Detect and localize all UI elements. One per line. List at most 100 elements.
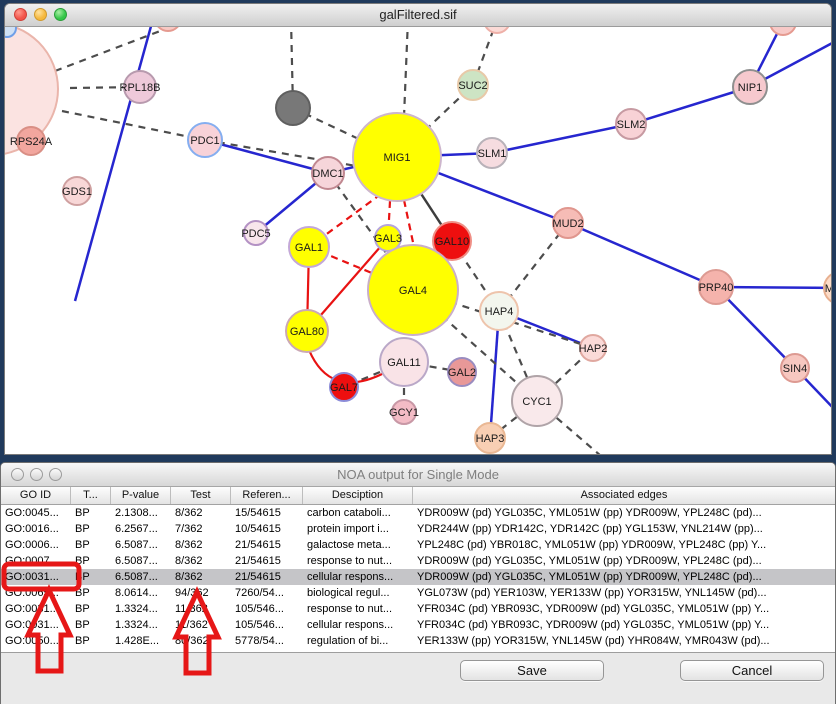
cell-description: cellular respons... bbox=[303, 617, 413, 633]
cell-reference: 105/546... bbox=[231, 617, 303, 633]
node-label: GCY1 bbox=[389, 407, 419, 419]
node-label: HAP4 bbox=[485, 306, 514, 318]
cell-description: response to nut... bbox=[303, 601, 413, 617]
zoom-button-inactive[interactable] bbox=[49, 468, 62, 481]
network-view[interactable]: RPL18BRPS24AGDS1PDC1DMC1SUC2SLM1SLM2NIP1… bbox=[5, 27, 831, 455]
cell-reference: 21/54615 bbox=[231, 537, 303, 553]
save-button[interactable]: Save bbox=[460, 660, 604, 681]
cell-p_value: 6.5087... bbox=[111, 569, 171, 585]
close-button[interactable] bbox=[14, 8, 27, 21]
cell-description: carbon cataboli... bbox=[303, 505, 413, 521]
zoom-button[interactable] bbox=[54, 8, 67, 21]
cell-go_id: GO:0006... bbox=[1, 537, 71, 553]
top-pink-node-2-node[interactable] bbox=[484, 27, 510, 33]
cell-test: 11/362 bbox=[171, 601, 231, 617]
cell-type: BP bbox=[71, 633, 111, 649]
cell-associated: YFR034C (pd) YBR093C, YDR009W (pd) YGL03… bbox=[413, 601, 835, 617]
cell-associated: YDR009W (pd) YGL035C, YML051W (pp) YDR00… bbox=[413, 553, 835, 569]
table-row[interactable]: GO:0031...BP1.3324...11/362105/546...cel… bbox=[1, 617, 835, 633]
network-edge[interactable] bbox=[62, 111, 205, 140]
cell-type: BP bbox=[71, 505, 111, 521]
top-pink-node-1-node[interactable] bbox=[155, 27, 181, 31]
network-edge[interactable] bbox=[568, 223, 716, 287]
table-row[interactable]: GO:0031...BP1.3324...11/362105/546...res… bbox=[1, 601, 835, 617]
cell-test: 8/362 bbox=[171, 537, 231, 553]
column-header-description[interactable]: Desciption bbox=[303, 487, 413, 504]
cell-go_id: GO:0031... bbox=[1, 601, 71, 617]
node-label: SIN4 bbox=[783, 363, 807, 375]
cell-type: BP bbox=[71, 601, 111, 617]
node-label: CYC1 bbox=[522, 396, 551, 408]
network-edge[interactable] bbox=[205, 140, 328, 173]
table-row[interactable]: GO:0016...BP6.2567...7/36210/54615protei… bbox=[1, 521, 835, 537]
network-window: galFiltered.sif RPL18BRPS24AGDS1PDC1DMC1… bbox=[4, 3, 832, 455]
node-label: RPS24A bbox=[10, 136, 53, 148]
minimize-button[interactable] bbox=[34, 8, 47, 21]
table-row[interactable]: GO:0031...BP6.5087...8/36221/54615cellul… bbox=[1, 569, 835, 585]
column-header-reference[interactable]: Referen... bbox=[231, 487, 303, 504]
node-label: GAL2 bbox=[448, 367, 476, 379]
top-right-pink-node-node[interactable] bbox=[770, 27, 796, 35]
cell-reference: 21/54615 bbox=[231, 553, 303, 569]
node-label: RPL18B bbox=[120, 82, 161, 94]
cell-reference: 105/546... bbox=[231, 601, 303, 617]
close-button-inactive[interactable] bbox=[11, 468, 24, 481]
table-row[interactable]: GO:0006...BP6.5087...8/36221/54615galact… bbox=[1, 537, 835, 553]
column-header-p_value[interactable]: P-value bbox=[111, 487, 171, 504]
cell-description: cellular respons... bbox=[303, 569, 413, 585]
network-edge[interactable] bbox=[492, 124, 631, 153]
column-header-associated[interactable]: Associated edges bbox=[413, 487, 835, 504]
table-row[interactable]: GO:0045...BP2.1308...8/36215/54615carbon… bbox=[1, 505, 835, 521]
cell-go_id: GO:0007... bbox=[1, 553, 71, 569]
node-label: HAP2 bbox=[579, 343, 608, 355]
network-edge[interactable] bbox=[55, 27, 197, 71]
table-row[interactable]: GO:0050...BP1.428E...80/3625778/54...reg… bbox=[1, 633, 835, 649]
cancel-button[interactable]: Cancel bbox=[680, 660, 824, 681]
cell-test: 8/362 bbox=[171, 553, 231, 569]
node-label: SLM2 bbox=[617, 119, 646, 131]
network-window-titlebar[interactable]: galFiltered.sif bbox=[5, 4, 831, 27]
node-label: GAL4 bbox=[399, 285, 427, 297]
cell-type: BP bbox=[71, 553, 111, 569]
cell-reference: 10/54615 bbox=[231, 521, 303, 537]
cell-description: biological regul... bbox=[303, 585, 413, 601]
network-edge[interactable] bbox=[404, 200, 414, 247]
node-label: NIP1 bbox=[738, 82, 762, 94]
network-edge[interactable] bbox=[75, 27, 153, 301]
node-label: GDS1 bbox=[62, 186, 92, 198]
column-header-test[interactable]: Test bbox=[171, 487, 231, 504]
window-controls-inactive bbox=[11, 468, 62, 481]
table-row[interactable]: GO:0007...BP6.5087...8/36221/54615respon… bbox=[1, 553, 835, 569]
cell-associated: YFR034C (pd) YBR093C, YDR009W (pd) YGL03… bbox=[413, 617, 835, 633]
node-label: MSN1 bbox=[825, 283, 831, 295]
node-label: MUD2 bbox=[552, 218, 583, 230]
cell-reference: 7260/54... bbox=[231, 585, 303, 601]
cell-p_value: 1.3324... bbox=[111, 617, 171, 633]
cell-associated: YGL073W (pd) YER103W, YER133W (pp) YOR31… bbox=[413, 585, 835, 601]
node-label: GAL3 bbox=[374, 233, 402, 245]
cell-p_value: 8.0614... bbox=[111, 585, 171, 601]
cell-go_id: GO:0065... bbox=[1, 585, 71, 601]
network-edge[interactable] bbox=[631, 87, 750, 124]
cell-associated: YDR244W (pp) YDR142C, YDR142C (pp) YGL15… bbox=[413, 521, 835, 537]
table-body: GO:0045...BP2.1308...8/36215/54615carbon… bbox=[1, 505, 835, 653]
table-row[interactable]: GO:0065...BP8.0614...94/3627260/54...bio… bbox=[1, 585, 835, 601]
node-label: GAL10 bbox=[435, 236, 469, 248]
minimize-button-inactive[interactable] bbox=[30, 468, 43, 481]
column-header-type[interactable]: T... bbox=[71, 487, 111, 504]
cell-associated: YPL248C (pd) YBR018C, YML051W (pp) YDR00… bbox=[413, 537, 835, 553]
cell-go_id: GO:0031... bbox=[1, 569, 71, 585]
cell-description: response to nut... bbox=[303, 553, 413, 569]
gray-node-node[interactable] bbox=[276, 91, 310, 125]
cell-type: BP bbox=[71, 537, 111, 553]
node-label: DMC1 bbox=[312, 168, 343, 180]
cell-reference: 15/54615 bbox=[231, 505, 303, 521]
column-header-go_id[interactable]: GO ID bbox=[1, 487, 71, 504]
noa-window-titlebar[interactable]: NOA output for Single Mode bbox=[1, 463, 835, 487]
node-label: SLM1 bbox=[478, 148, 507, 160]
cell-test: 94/362 bbox=[171, 585, 231, 601]
cell-go_id: GO:0016... bbox=[1, 521, 71, 537]
noa-window: NOA output for Single Mode GO IDT...P-va… bbox=[0, 462, 836, 704]
cell-p_value: 6.5087... bbox=[111, 537, 171, 553]
desktop: { "network_window": { "title": "galFilte… bbox=[0, 0, 836, 704]
